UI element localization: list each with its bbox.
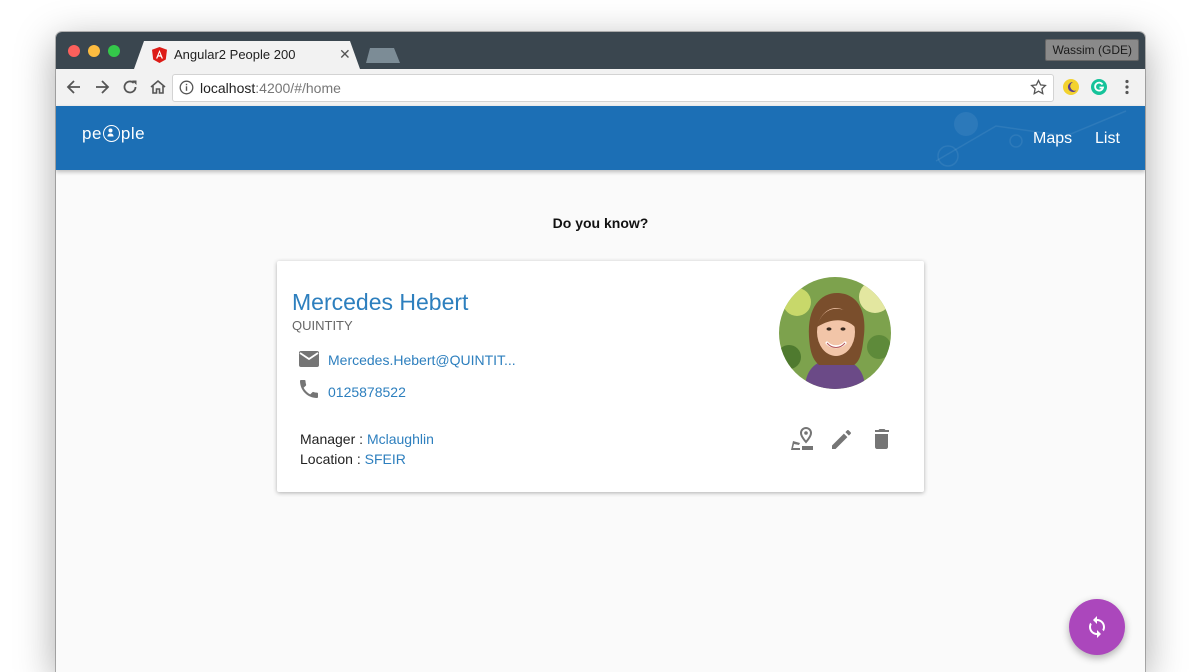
person-phone[interactable]: 0125878522 xyxy=(328,384,406,400)
close-window-button[interactable] xyxy=(68,45,80,57)
star-icon[interactable] xyxy=(1030,79,1047,96)
address-bar[interactable]: localhost:4200/#/home xyxy=(172,74,1054,102)
person-company: QUINTITY xyxy=(292,318,353,333)
person-card: Mercedes Hebert QUINTITY Mercedes.Hebert… xyxy=(277,261,924,492)
logo-text-start: pe xyxy=(82,124,102,143)
map-marker-icon[interactable] xyxy=(789,426,815,452)
extension-icon[interactable] xyxy=(1061,77,1081,97)
refresh-icon xyxy=(1089,616,1105,638)
titlebar: Angular2 People 200 ✕ Wassim (GDE) xyxy=(56,32,1145,69)
browser-toolbar: localhost:4200/#/home xyxy=(56,69,1145,107)
minimize-window-button[interactable] xyxy=(88,45,100,57)
browser-tab[interactable]: Angular2 People 200 ✕ xyxy=(134,41,360,69)
email-icon xyxy=(299,351,319,367)
new-tab-button[interactable] xyxy=(366,48,400,63)
logo-person-icon xyxy=(102,125,120,142)
angular-icon xyxy=(152,47,167,63)
location-link[interactable]: SFEIR xyxy=(365,451,406,467)
refresh-button[interactable] xyxy=(1069,599,1125,655)
nav-maps[interactable]: Maps xyxy=(1033,130,1072,148)
home-icon[interactable] xyxy=(148,77,168,97)
nav-list[interactable]: List xyxy=(1095,130,1120,148)
maximize-window-button[interactable] xyxy=(108,45,120,57)
app-logo[interactable]: pe ple xyxy=(82,124,145,144)
manager-link[interactable]: Mclaughlin xyxy=(367,431,434,447)
tab-title: Angular2 People 200 xyxy=(174,47,296,62)
grammarly-icon[interactable] xyxy=(1089,77,1109,97)
avatar xyxy=(779,277,891,389)
url-text: localhost:4200/#/home xyxy=(200,80,341,96)
menu-icon[interactable] xyxy=(1117,77,1137,97)
person-email[interactable]: Mercedes.Hebert@QUINTIT... xyxy=(328,352,516,368)
location-label: Location : xyxy=(300,451,365,467)
browser-window: Angular2 People 200 ✕ Wassim (GDE) local… xyxy=(56,32,1145,672)
info-icon[interactable] xyxy=(179,80,194,95)
tab-close-icon[interactable]: ✕ xyxy=(339,46,351,63)
manager-row: Manager : Mclaughlin xyxy=(300,431,434,447)
reload-icon[interactable] xyxy=(120,77,140,97)
location-row: Location : SFEIR xyxy=(300,451,406,467)
page-heading: Do you know? xyxy=(552,215,649,231)
main-content: Do you know? Mercedes Hebert QUINTITY Me… xyxy=(56,170,1145,672)
edit-icon[interactable] xyxy=(829,426,855,452)
manager-label: Manager : xyxy=(300,431,367,447)
profile-button[interactable]: Wassim (GDE) xyxy=(1045,39,1139,61)
forward-icon[interactable] xyxy=(92,77,112,97)
phone-icon xyxy=(300,380,318,398)
logo-text-end: ple xyxy=(120,124,146,143)
url-host: localhost xyxy=(200,80,256,96)
app-header: pe ple Maps List xyxy=(56,106,1145,170)
back-icon[interactable] xyxy=(64,77,84,97)
url-path: :4200/#/home xyxy=(255,80,341,96)
delete-icon[interactable] xyxy=(869,426,895,452)
person-name[interactable]: Mercedes Hebert xyxy=(292,289,468,316)
